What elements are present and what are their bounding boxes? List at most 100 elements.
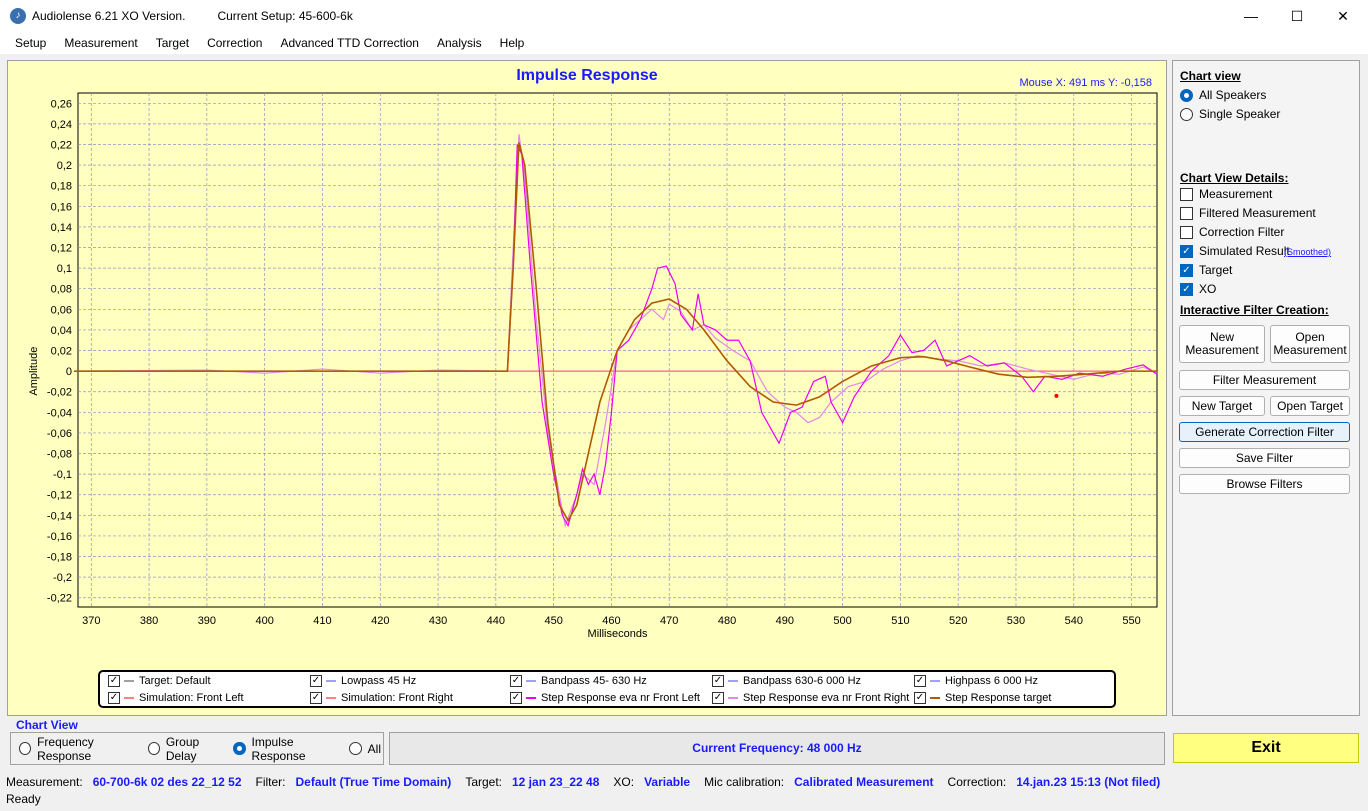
- menu-correction[interactable]: Correction: [198, 36, 271, 50]
- status-key: Target:: [465, 775, 502, 789]
- current-setup: Current Setup: 45-600-6k: [217, 9, 353, 23]
- legend-item[interactable]: ✓ Bandpass 630-6 000 Hz: [712, 673, 861, 689]
- maximize-button[interactable]: ☐: [1274, 0, 1320, 32]
- x-tick-label: 510: [891, 615, 909, 627]
- open-target-button[interactable]: Open Target: [1270, 396, 1350, 416]
- legend-checkbox[interactable]: ✓: [310, 675, 322, 687]
- chart-view-radio-frequency-response[interactable]: Frequency Response: [19, 735, 142, 763]
- chart-legend: ✓ Target: Default ✓ Lowpass 45 Hz ✓ Bandpass …: [98, 670, 1116, 708]
- x-tick-label: 420: [371, 615, 389, 627]
- checkbox-icon: ✓: [1180, 244, 1193, 258]
- checkbox-label: Target: [1199, 263, 1233, 277]
- y-tick-label: 0,1: [57, 263, 72, 275]
- legend-label: Bandpass 45- 630 Hz: [541, 675, 647, 687]
- radio-icon: [1180, 107, 1193, 121]
- save-filter-button[interactable]: Save Filter: [1179, 448, 1350, 468]
- legend-item[interactable]: ✓ Step Response eva nr Front Right: [712, 690, 909, 706]
- legend-checkbox[interactable]: ✓: [914, 692, 926, 704]
- chart-panel[interactable]: 370 380 390 400 410 420 430 440 450 460 470 480 490 5…: [7, 60, 1167, 716]
- chart-view-options: Frequency Response Group Delay Impulse Res…: [10, 732, 384, 765]
- y-tick-label: 0,04: [51, 325, 72, 337]
- legend-item[interactable]: ✓ Step Response target: [914, 690, 1051, 706]
- legend-checkbox[interactable]: ✓: [914, 675, 926, 687]
- y-tick-label: -0,16: [47, 531, 72, 543]
- details-heading: Chart View Details:: [1180, 171, 1289, 185]
- menu-setup[interactable]: Setup: [6, 36, 55, 50]
- checkbox-filtered-measurement[interactable]: Filtered Measurement: [1180, 206, 1316, 220]
- x-tick-label: 540: [1065, 615, 1083, 627]
- legend-checkbox[interactable]: ✓: [108, 675, 120, 687]
- y-tick-label: -0,1: [53, 469, 72, 481]
- single-speaker-radio[interactable]: Single Speaker: [1180, 107, 1280, 121]
- menu-target[interactable]: Target: [147, 36, 198, 50]
- checkbox-icon: [1180, 187, 1193, 201]
- checkbox-icon: ✓: [1180, 263, 1193, 277]
- checkbox-simulated-result[interactable]: ✓ Simulated Result: [1180, 244, 1290, 258]
- chart-view-radio-impulse-response[interactable]: Impulse Response: [233, 735, 342, 763]
- x-tick-label: 500: [833, 615, 851, 627]
- y-tick-label: -0,06: [47, 428, 72, 440]
- radio-icon: [233, 742, 246, 755]
- menu-analysis[interactable]: Analysis: [428, 36, 491, 50]
- new-measurement-button[interactable]: New Measurement: [1179, 325, 1265, 363]
- legend-checkbox[interactable]: ✓: [510, 675, 522, 687]
- legend-item[interactable]: ✓ Simulation: Front Right: [310, 690, 453, 706]
- legend-swatch: [124, 680, 134, 682]
- chart-view-radio-all[interactable]: All: [348, 742, 381, 756]
- checkbox-label: Simulated Result: [1199, 244, 1290, 258]
- legend-item[interactable]: ✓ Highpass 6 000 Hz: [914, 673, 1038, 689]
- legend-checkbox[interactable]: ✓: [712, 675, 724, 687]
- y-tick-label: -0,12: [47, 490, 72, 502]
- close-button[interactable]: ✕: [1320, 0, 1366, 32]
- y-axis-label: Amplitude: [28, 347, 40, 396]
- checkbox-measurement[interactable]: Measurement: [1180, 187, 1272, 201]
- legend-item[interactable]: ✓ Lowpass 45 Hz: [310, 673, 416, 689]
- legend-item[interactable]: ✓ Step Response eva nr Front Left: [510, 690, 700, 706]
- legend-item[interactable]: ✓ Target: Default: [108, 673, 211, 689]
- legend-swatch: [728, 680, 738, 682]
- y-tick-label: 0,24: [51, 119, 72, 131]
- cursor-marker: [1054, 393, 1059, 398]
- new-target-button[interactable]: New Target: [1179, 396, 1265, 416]
- smoothed-link[interactable]: (Smoothed): [1284, 247, 1331, 257]
- legend-swatch: [326, 697, 336, 699]
- ifc-heading: Interactive Filter Creation:: [1180, 303, 1329, 317]
- x-tick-label: 520: [949, 615, 967, 627]
- checkbox-label: Measurement: [1199, 187, 1273, 201]
- browse-filters-button[interactable]: Browse Filters: [1179, 474, 1350, 494]
- filter-measurement-button[interactable]: Filter Measurement: [1179, 370, 1350, 390]
- legend-checkbox[interactable]: ✓: [510, 692, 522, 704]
- x-tick-label: 390: [198, 615, 216, 627]
- impulse-chart[interactable]: 370 380 390 400 410 420 430 440 450 460 470 480 490 5…: [8, 61, 1168, 661]
- exit-button[interactable]: Exit: [1173, 733, 1359, 763]
- legend-item[interactable]: ✓ Bandpass 45- 630 Hz: [510, 673, 647, 689]
- legend-swatch: [526, 680, 536, 682]
- checkbox-xo[interactable]: ✓ XO: [1180, 282, 1216, 296]
- title-bar: ♪ Audiolense 6.21 XO Version. Current Se…: [0, 0, 1368, 32]
- legend-swatch: [124, 697, 134, 699]
- open-measurement-button[interactable]: Open Measurement: [1270, 325, 1350, 363]
- legend-checkbox[interactable]: ✓: [108, 692, 120, 704]
- chart-view-radio-group-delay[interactable]: Group Delay: [147, 735, 228, 763]
- checkbox-icon: [1180, 206, 1193, 220]
- checkbox-target[interactable]: ✓ Target: [1180, 263, 1232, 277]
- checkbox-correction-filter[interactable]: Correction Filter: [1180, 225, 1284, 239]
- legend-item[interactable]: ✓ Simulation: Front Left: [108, 690, 244, 706]
- status-key: Mic calibration:: [704, 775, 785, 789]
- all-speakers-radio[interactable]: All Speakers: [1180, 88, 1266, 102]
- status-info: Measurement: 60-700-6k 02 des 22_12 52 Fil…: [6, 775, 1174, 789]
- legend-label: Lowpass 45 Hz: [341, 675, 417, 687]
- y-tick-label: -0,08: [47, 449, 72, 461]
- minimize-button[interactable]: —: [1228, 0, 1274, 32]
- menu-help[interactable]: Help: [491, 36, 534, 50]
- legend-swatch: [526, 697, 536, 699]
- legend-checkbox[interactable]: ✓: [310, 692, 322, 704]
- menu-advanced-ttd[interactable]: Advanced TTD Correction: [271, 36, 428, 50]
- generate-correction-filter-button[interactable]: Generate Correction Filter: [1179, 422, 1350, 442]
- menu-measurement[interactable]: Measurement: [55, 36, 146, 50]
- x-tick-label: 470: [660, 615, 678, 627]
- radio-label: Impulse Response: [251, 734, 306, 763]
- legend-checkbox[interactable]: ✓: [712, 692, 724, 704]
- x-tick-label: 460: [602, 615, 620, 627]
- y-tick-label: -0,02: [47, 387, 72, 399]
